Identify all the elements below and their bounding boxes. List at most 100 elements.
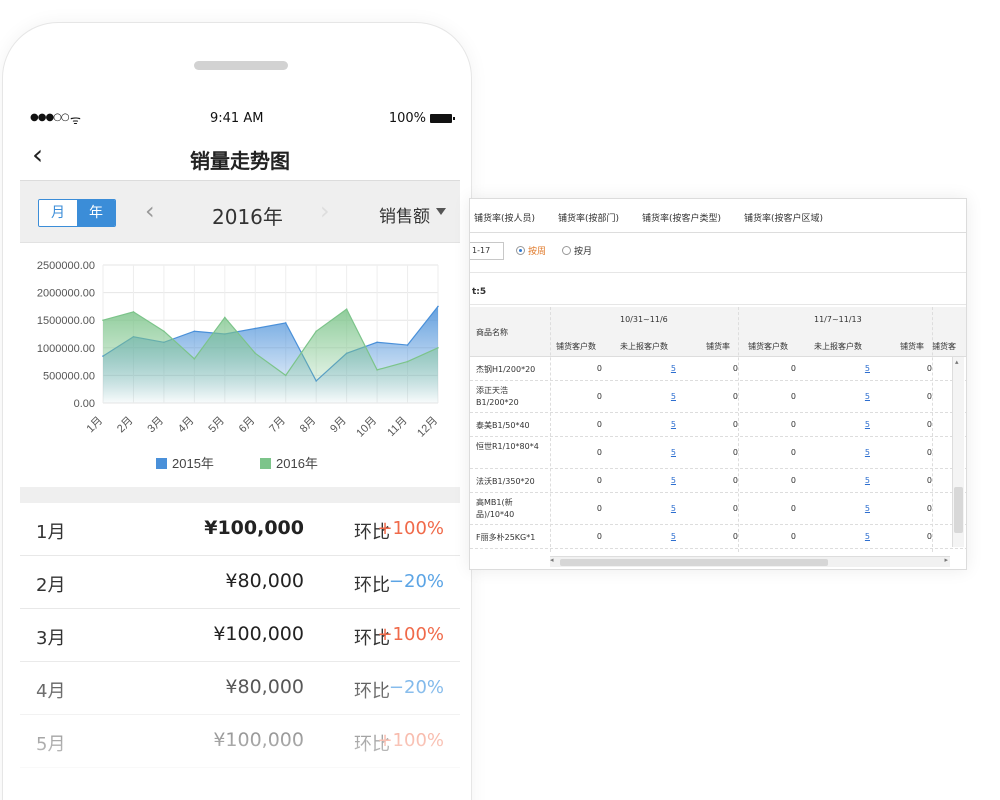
x-tick-label: 3月 xyxy=(145,415,166,436)
value-cell: 0 xyxy=(790,364,796,373)
unreported-count-link[interactable]: 5 xyxy=(622,532,676,541)
table-header: 商品名称 10/31~11/6 11/7~11/13 铺货客户数 未上报客户数 … xyxy=(470,307,966,357)
product-name-cell: 泰美B1/50*40 xyxy=(476,421,530,430)
chevron-left-icon[interactable]: ‹ xyxy=(145,197,155,225)
unreported-count-link[interactable]: 5 xyxy=(816,364,870,373)
tab-by-department[interactable]: 铺货率(按部门) xyxy=(558,211,619,224)
unreported-count-link[interactable]: 5 xyxy=(816,392,870,401)
data-point xyxy=(315,330,317,333)
data-point xyxy=(102,319,104,321)
unreported-count-link[interactable]: 5 xyxy=(622,420,676,429)
list-item[interactable]: 1月 ¥100,000 环比 +100% xyxy=(20,503,460,556)
filter-toolbar: 月 年 ‹ 2016年 › 销售额 xyxy=(20,181,460,243)
phone-screen: ●●●○○ ᯤ 9:41 AM 100% ‹ 销量走势图 月 年 ‹ 2016年… xyxy=(20,105,460,785)
table-row: F丽多朴25KG*1 0 5 0 0 5 0 xyxy=(470,525,966,549)
list-item[interactable]: 2月 ¥80,000 环比 −20% xyxy=(20,556,460,609)
tab-by-staff[interactable]: 铺货率(按人员) xyxy=(474,211,535,224)
row-ratio-label: 环比 xyxy=(354,575,390,596)
radio-month-label[interactable]: 按月 xyxy=(574,244,592,257)
value-cell: 0 xyxy=(596,392,602,401)
list-item[interactable]: 5月 ¥100,000 环比 +100% xyxy=(20,715,460,768)
list-item[interactable]: 3月 ¥100,000 环比 +100% xyxy=(20,609,460,662)
date-input[interactable]: 1-17 xyxy=(470,242,504,260)
data-point xyxy=(284,322,287,324)
row-ratio-value: +100% xyxy=(377,518,444,539)
product-name-cell: 高MB1(新品)/10*40 xyxy=(476,498,515,519)
signal-icon: ●●●○○ xyxy=(30,112,70,123)
horizontal-scroll-thumb[interactable] xyxy=(560,559,828,566)
row-ratio-label: 环比 xyxy=(354,681,390,702)
unreported-count-link[interactable]: 5 xyxy=(816,504,870,513)
section-label: t:5 xyxy=(472,287,487,297)
x-tick-label: 1月 xyxy=(85,415,106,436)
column-divider xyxy=(932,307,933,552)
value-cell: 0 xyxy=(732,392,738,401)
legend-label: 2015年 xyxy=(172,456,214,471)
subheader-col: 铺货客户数 xyxy=(748,342,788,351)
vertical-scroll-thumb[interactable] xyxy=(954,487,963,533)
radio-week[interactable] xyxy=(516,246,525,255)
table-row: 添正天浩B1/200*20 0 5 0 0 5 0 xyxy=(470,381,966,413)
data-point xyxy=(284,374,287,377)
unreported-count-link[interactable]: 5 xyxy=(622,364,676,373)
unreported-count-link[interactable]: 5 xyxy=(622,392,676,401)
value-cell: 0 xyxy=(926,420,932,429)
horizontal-scrollbar[interactable]: ◂ ▸ xyxy=(550,556,950,567)
table-row: 杰钢H1/200*20 0 5 0 0 5 0 xyxy=(470,357,966,381)
data-point xyxy=(376,369,378,371)
vertical-scrollbar[interactable]: ▴ xyxy=(952,357,964,547)
data-point xyxy=(193,330,196,333)
subheader-col: 铺货客 xyxy=(932,342,956,351)
chart-svg: 2500000.00 2000000.00 1500000.00 1000000.00… xyxy=(37,260,440,471)
battery-icon xyxy=(430,114,455,123)
unreported-count-link[interactable]: 5 xyxy=(622,476,676,485)
unreported-count-link[interactable]: 5 xyxy=(816,476,870,485)
subheader-col: 铺货客户数 xyxy=(556,342,596,351)
product-name-cell: 恒世R1/10*80*4 xyxy=(476,442,539,451)
unreported-count-link[interactable]: 5 xyxy=(816,420,870,429)
value-cell: 0 xyxy=(732,448,738,457)
y-tick-label: 0.00 xyxy=(74,398,95,410)
column-divider xyxy=(550,307,551,552)
radio-week-label[interactable]: 按周 xyxy=(528,244,546,257)
value-cell: 0 xyxy=(790,504,796,513)
legend-swatch xyxy=(260,458,271,469)
x-tick-label: 11月 xyxy=(385,415,409,439)
product-name-cell: F丽多朴25KG*1 xyxy=(476,533,536,542)
subheader-col: 未上报客户数 xyxy=(620,342,668,351)
tab-by-customer-region[interactable]: 铺货率(按客户区域) xyxy=(744,211,823,224)
caret-down-icon[interactable] xyxy=(436,208,446,215)
product-name-cell: 法沃B1/350*20 xyxy=(476,477,535,486)
value-cell: 0 xyxy=(926,532,932,541)
metric-dropdown[interactable]: 销售额 xyxy=(379,202,430,227)
list-item[interactable]: 4月 ¥80,000 环比 −20% xyxy=(20,662,460,715)
radio-month[interactable] xyxy=(562,246,571,255)
value-cell: 0 xyxy=(596,504,602,513)
scroll-right-icon[interactable]: ▸ xyxy=(944,556,948,564)
x-tick-label: 8月 xyxy=(298,415,319,436)
report-window: 铺货率(按人员) 铺货率(按部门) 铺货率(按客户类型) 铺货率(按客户区域) … xyxy=(469,198,967,570)
unreported-count-link[interactable]: 5 xyxy=(816,532,870,541)
y-tick-label: 1000000.00 xyxy=(37,343,95,355)
period-segmented-control: 月 年 xyxy=(38,199,116,227)
monthly-list: 1月 ¥100,000 环比 +100% 2月 ¥80,000 环比 −20% 3月 ¥100,0… xyxy=(20,503,460,768)
y-tick-label: 1500000.00 xyxy=(37,315,95,327)
data-point xyxy=(254,352,257,355)
chevron-right-icon[interactable]: › xyxy=(320,197,330,225)
row-ratio-value: −20% xyxy=(388,677,444,698)
scroll-left-icon[interactable]: ◂ xyxy=(550,556,554,564)
table-row: 法沃B1/350*20 0 5 0 0 5 0 xyxy=(470,469,966,493)
value-cell: 0 xyxy=(732,504,738,513)
status-bar: ●●●○○ ᯤ 9:41 AM 100% xyxy=(20,105,460,133)
unreported-count-link[interactable]: 5 xyxy=(622,504,676,513)
unreported-count-link[interactable]: 5 xyxy=(622,448,676,457)
scroll-up-icon[interactable]: ▴ xyxy=(955,358,959,366)
table-row: 恒世R1/10*80*4 0 5 0 0 5 0 xyxy=(470,437,966,469)
unreported-count-link[interactable]: 5 xyxy=(816,448,870,457)
subheader-col: 未上报客户数 xyxy=(814,342,862,351)
table-row: 泰美B1/50*40 0 5 0 0 5 0 xyxy=(470,413,966,437)
segment-year[interactable]: 年 xyxy=(77,200,115,226)
legend-label: 2016年 xyxy=(276,456,318,471)
segment-month[interactable]: 月 xyxy=(39,200,77,226)
tab-by-customer-type[interactable]: 铺货率(按客户类型) xyxy=(642,211,721,224)
